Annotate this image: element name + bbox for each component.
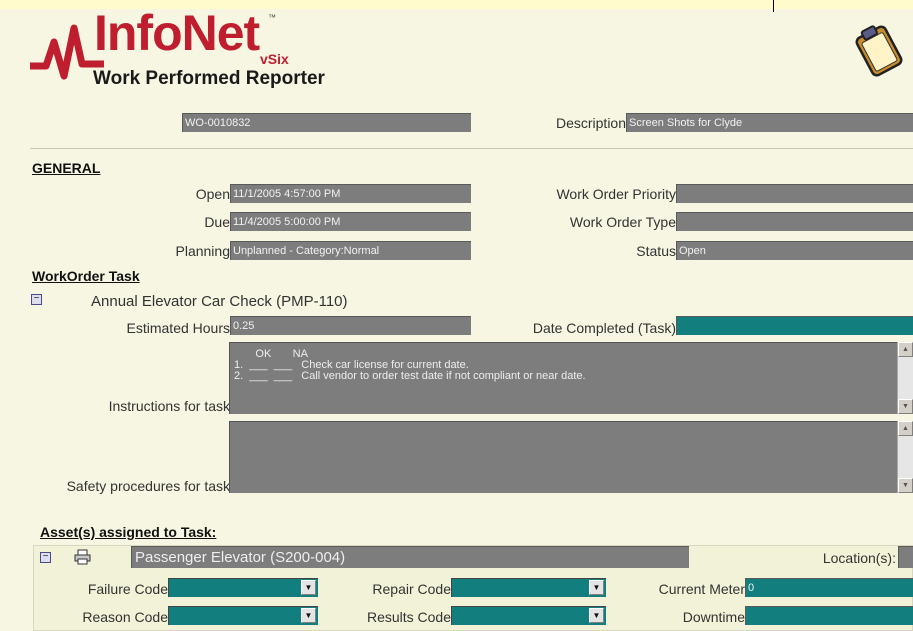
downtime-label: Downtime bbox=[682, 609, 745, 625]
est-hours-field[interactable]: 0.25 bbox=[230, 316, 471, 335]
description-label: Description bbox=[555, 115, 626, 131]
failure-code-select[interactable]: ▼ bbox=[168, 578, 318, 597]
scroll-down-arrow-icon[interactable]: ▼ bbox=[898, 478, 913, 493]
instructions-textarea[interactable]: OK NA 1. ___ ___ Check car license for c… bbox=[229, 342, 897, 414]
due-label: Due bbox=[204, 214, 230, 230]
top-divider-mark bbox=[773, 0, 774, 12]
id-field[interactable]: WO-0010832 bbox=[182, 113, 471, 132]
planning-field[interactable]: Unplanned - Category:Normal bbox=[230, 241, 471, 260]
instructions-label: Instructions for task bbox=[108, 398, 230, 414]
status-label: Status bbox=[636, 243, 676, 259]
scroll-up-arrow-icon[interactable]: ▲ bbox=[898, 342, 913, 357]
reason-code-label: Reason Code bbox=[82, 609, 168, 625]
chevron-down-icon[interactable]: ▼ bbox=[301, 580, 316, 595]
open-field[interactable]: 11/1/2005 4:57:00 PM bbox=[230, 184, 471, 203]
priority-field[interactable] bbox=[676, 184, 913, 203]
chevron-down-icon[interactable]: ▼ bbox=[589, 608, 604, 623]
type-label: Work Order Type bbox=[569, 214, 676, 230]
location-field[interactable] bbox=[898, 546, 913, 568]
instructions-scrollbar[interactable]: ▲ ▼ bbox=[897, 342, 913, 414]
reason-code-select[interactable]: ▼ bbox=[168, 606, 318, 625]
date-completed-field[interactable] bbox=[676, 316, 913, 335]
results-code-select[interactable]: ▼ bbox=[451, 606, 606, 625]
open-label: Open bbox=[195, 186, 230, 202]
task-collapse-icon[interactable]: − bbox=[31, 294, 42, 305]
date-completed-label: Date Completed (Task) bbox=[532, 320, 676, 336]
assets-heading: Asset(s) assigned to Task: bbox=[40, 524, 217, 540]
chevron-down-icon[interactable]: ▼ bbox=[301, 608, 316, 623]
repair-code-select[interactable]: ▼ bbox=[451, 578, 606, 597]
app-subtitle: Work Performed Reporter bbox=[93, 68, 325, 89]
safety-scrollbar[interactable]: ▲ ▼ bbox=[897, 421, 913, 493]
printer-icon[interactable] bbox=[74, 549, 92, 565]
scroll-up-arrow-icon[interactable]: ▲ bbox=[898, 421, 913, 436]
chevron-down-icon[interactable]: ▼ bbox=[589, 580, 604, 595]
repair-code-label: Repair Code bbox=[372, 581, 451, 597]
asset-collapse-icon[interactable]: − bbox=[40, 552, 51, 563]
safety-textarea[interactable] bbox=[229, 421, 897, 493]
est-hours-label: Estimated Hours bbox=[126, 320, 230, 336]
current-meter-field[interactable]: 0 bbox=[745, 578, 913, 597]
due-field[interactable]: 11/4/2005 5:00:00 PM bbox=[230, 212, 471, 231]
results-code-label: Results Code bbox=[366, 609, 451, 625]
clipboard-icon[interactable] bbox=[851, 20, 907, 82]
current-meter-label: Current Meter bbox=[658, 581, 745, 597]
priority-label: Work Order Priority bbox=[556, 186, 676, 202]
section-divider bbox=[30, 148, 913, 149]
status-field[interactable]: Open bbox=[676, 241, 913, 260]
scroll-down-arrow-icon[interactable]: ▼ bbox=[898, 399, 913, 414]
failure-code-label: Failure Code bbox=[87, 581, 168, 597]
planning-label: Planning bbox=[175, 243, 231, 259]
description-field[interactable]: Screen Shots for Clyde bbox=[626, 113, 913, 132]
logo-trademark: ™ bbox=[268, 13, 276, 22]
downtime-field[interactable] bbox=[745, 606, 913, 625]
task-heading: WorkOrder Task bbox=[32, 268, 140, 284]
location-label: Location(s): bbox=[822, 550, 896, 566]
general-heading: GENERAL bbox=[32, 160, 101, 176]
logo-version: vSix bbox=[260, 51, 289, 67]
type-field[interactable] bbox=[676, 212, 913, 231]
safety-label: Safety procedures for task bbox=[66, 478, 230, 494]
task-name: Annual Elevator Car Check (PMP-110) bbox=[91, 293, 348, 310]
logo-title: InfoNet bbox=[94, 5, 260, 61]
asset-name-field[interactable]: Passenger Elevator (S200-004) bbox=[131, 546, 689, 568]
